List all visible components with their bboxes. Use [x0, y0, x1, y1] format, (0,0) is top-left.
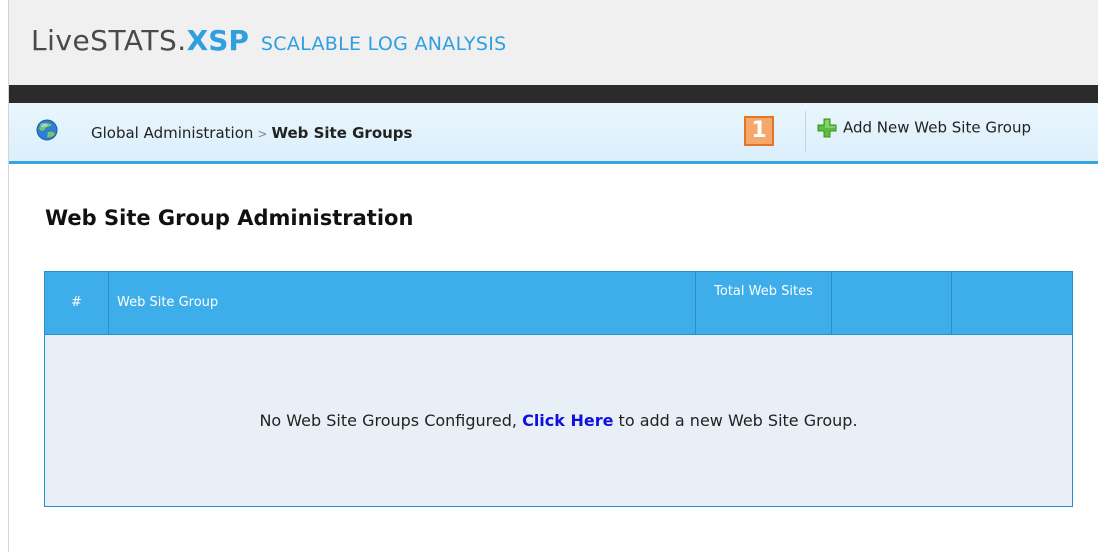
click-here-link[interactable]: Click Here: [522, 411, 613, 430]
logo-main-text: LiveSTATS.: [31, 24, 187, 57]
notification-badge[interactable]: 1: [744, 116, 774, 146]
breadcrumb-parent-link[interactable]: Global Administration: [91, 124, 253, 142]
column-header-web-site-group[interactable]: Web Site Group: [109, 272, 696, 334]
app-logo[interactable]: LiveSTATS.XSP SCALABLE LOG ANALYSIS: [31, 24, 506, 57]
breadcrumb-current: Web Site Groups: [271, 124, 413, 142]
globe-icon: [36, 119, 58, 141]
nav-divider-bar: [9, 85, 1098, 103]
column-header-action-2: [952, 272, 1072, 334]
left-border: [0, 0, 9, 552]
add-web-site-group-button[interactable]: Add New Web Site Group: [817, 118, 1031, 138]
column-header-number[interactable]: #: [45, 272, 109, 334]
app-header: LiveSTATS.XSP SCALABLE LOG ANALYSIS: [9, 0, 1098, 85]
page-title: Web Site Group Administration: [45, 206, 414, 230]
column-header-total-web-sites[interactable]: Total Web Sites: [696, 272, 832, 334]
toolbar-divider: [805, 111, 806, 153]
table-header: # Web Site Group Total Web Sites: [45, 272, 1072, 334]
add-web-site-group-label: Add New Web Site Group: [843, 118, 1031, 137]
web-site-groups-table: # Web Site Group Total Web Sites No Web …: [44, 271, 1073, 507]
empty-state-text-after: to add a new Web Site Group.: [613, 411, 858, 430]
empty-state-message: No Web Site Groups Configured, Click Her…: [45, 334, 1072, 506]
breadcrumb: Global Administration > Web Site Groups: [91, 124, 412, 142]
empty-state-text-before: No Web Site Groups Configured,: [259, 411, 523, 430]
breadcrumb-separator: >: [257, 127, 268, 141]
column-header-action-1: [832, 272, 952, 334]
logo-tagline: SCALABLE LOG ANALYSIS: [260, 33, 507, 55]
breadcrumb-bar: Global Administration > Web Site Groups 1 …: [9, 103, 1098, 164]
logo-accent-text: XSP: [186, 24, 249, 57]
add-plus-icon: [817, 118, 837, 138]
